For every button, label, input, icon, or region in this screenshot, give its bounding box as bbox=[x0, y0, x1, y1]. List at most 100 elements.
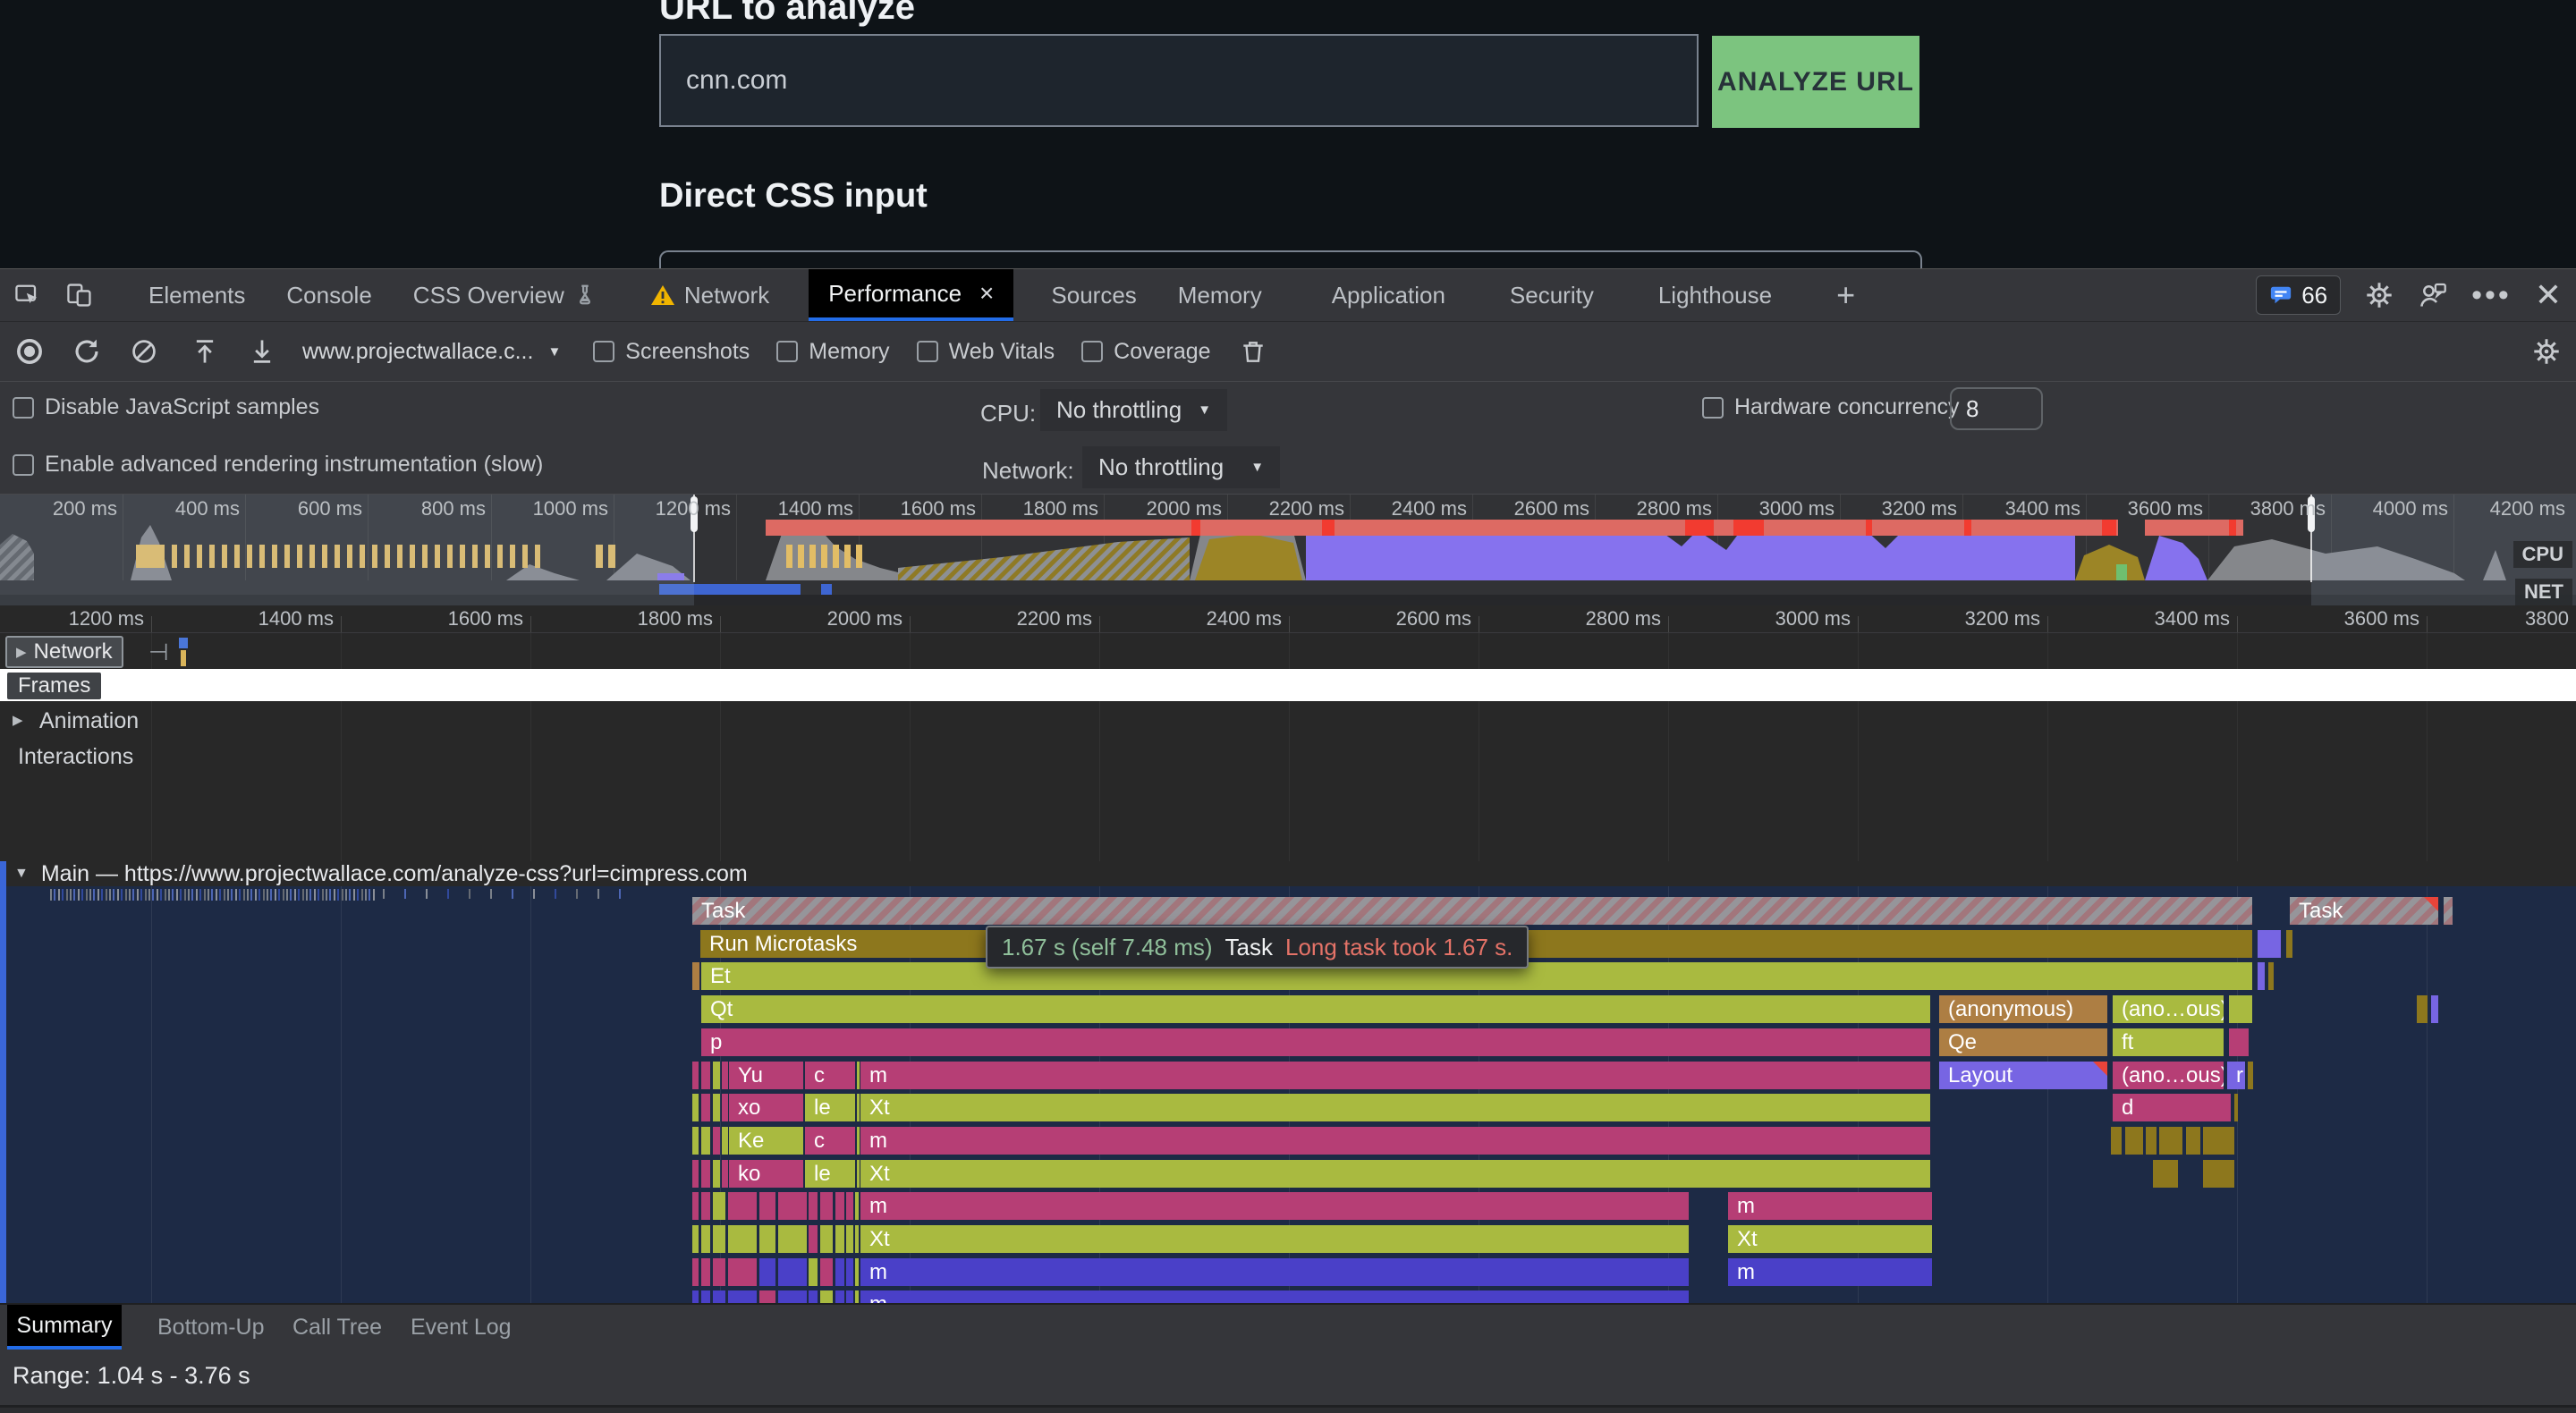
flame-bar[interactable] bbox=[820, 1290, 833, 1303]
network-throttling-select[interactable]: No throttling ▼ bbox=[1082, 446, 1280, 488]
flame-bar[interactable] bbox=[722, 1160, 728, 1188]
tab-network[interactable]: Network bbox=[647, 269, 773, 321]
flame-bar[interactable] bbox=[778, 1192, 807, 1220]
flame-bar[interactable]: Yu bbox=[729, 1062, 803, 1089]
flame-bar[interactable]: m bbox=[860, 1290, 1689, 1303]
screenshots-checkbox[interactable]: Screenshots bbox=[593, 339, 750, 365]
hardware-concurrency-checkbox[interactable]: Hardware concurrency bbox=[1702, 394, 1960, 420]
flame-bar[interactable] bbox=[701, 1258, 710, 1286]
flame-bar[interactable]: m bbox=[1728, 1192, 1932, 1220]
tab-elements[interactable]: Elements bbox=[145, 269, 249, 321]
flame-bar[interactable] bbox=[692, 1062, 699, 1089]
flame-bar[interactable] bbox=[778, 1258, 807, 1286]
disable-js-checkbox[interactable]: Disable JavaScript samples bbox=[13, 394, 319, 420]
flame-bar[interactable] bbox=[701, 1094, 710, 1121]
flame-bar[interactable] bbox=[2125, 1127, 2143, 1155]
flame-bar[interactable] bbox=[2111, 1127, 2122, 1155]
url-analyze-input[interactable] bbox=[659, 34, 1699, 127]
flame-bar[interactable]: (ano…ous) bbox=[2113, 995, 2224, 1023]
flame-bar[interactable]: le bbox=[805, 1160, 855, 1188]
flame-bar[interactable] bbox=[2159, 1127, 2182, 1155]
track-resize-icon[interactable]: ⊣ bbox=[148, 639, 169, 666]
flame-bar[interactable]: Ke bbox=[729, 1127, 803, 1155]
flame-bar[interactable] bbox=[701, 1290, 710, 1303]
main-track-header[interactable]: ▼ Main — https://www.projectwallace.com/… bbox=[0, 861, 2576, 886]
download-profile-icon[interactable] bbox=[247, 336, 277, 367]
flame-bar[interactable] bbox=[2431, 995, 2438, 1023]
track-interactions[interactable]: Interactions bbox=[18, 744, 133, 770]
flame-bar[interactable]: Task bbox=[2290, 897, 2438, 925]
flame-bar[interactable] bbox=[2286, 930, 2292, 958]
flame-bar[interactable] bbox=[728, 1258, 757, 1286]
flame-bar[interactable] bbox=[820, 1192, 833, 1220]
flame-bar[interactable] bbox=[835, 1192, 844, 1220]
flame-bar[interactable] bbox=[2444, 897, 2453, 925]
tab-event-log[interactable]: Event Log bbox=[411, 1305, 512, 1350]
flame-bar[interactable] bbox=[835, 1225, 844, 1253]
flame-bar[interactable]: m bbox=[860, 1062, 1930, 1089]
device-toolbar-icon[interactable] bbox=[64, 280, 95, 310]
memory-checkbox[interactable]: Memory bbox=[776, 339, 889, 365]
flame-bar[interactable] bbox=[713, 1290, 725, 1303]
tab-security[interactable]: Security bbox=[1506, 269, 1597, 321]
flame-bar[interactable]: m bbox=[1728, 1258, 1932, 1286]
flame-bar[interactable] bbox=[857, 1127, 860, 1155]
flame-bar[interactable] bbox=[692, 1127, 699, 1155]
flame-bar[interactable]: Task bbox=[692, 897, 2252, 925]
flame-bar[interactable]: d bbox=[2113, 1094, 2231, 1121]
flame-bar[interactable] bbox=[2234, 1094, 2238, 1121]
flame-bar[interactable]: Layout bbox=[1939, 1062, 2107, 1089]
flame-bar[interactable]: r bbox=[2227, 1062, 2245, 1089]
flame-bar[interactable] bbox=[713, 1192, 725, 1220]
flame-bar[interactable] bbox=[820, 1225, 833, 1253]
analyze-url-button[interactable]: ANALYZE URL bbox=[1712, 36, 1919, 128]
track-animation[interactable]: Animation bbox=[39, 708, 139, 734]
web-vitals-checkbox[interactable]: Web Vitals bbox=[917, 339, 1055, 365]
flame-bar[interactable] bbox=[713, 1225, 725, 1253]
flame-bar[interactable] bbox=[2417, 995, 2428, 1023]
flame-bar[interactable] bbox=[713, 1062, 720, 1089]
flame-bar[interactable] bbox=[846, 1290, 853, 1303]
network-request-mark[interactable] bbox=[179, 638, 188, 648]
flame-bar[interactable]: (ano…ous) bbox=[2113, 1062, 2224, 1089]
record-icon[interactable] bbox=[14, 336, 45, 367]
flame-bar[interactable] bbox=[778, 1225, 807, 1253]
tab-sources[interactable]: Sources bbox=[1047, 269, 1140, 321]
flame-bar[interactable] bbox=[728, 1192, 757, 1220]
flame-bar[interactable] bbox=[2229, 1028, 2249, 1056]
close-devtools-icon[interactable]: ✕ bbox=[2535, 276, 2562, 314]
flame-bar[interactable] bbox=[692, 1290, 699, 1303]
track-frames[interactable]: Frames bbox=[7, 673, 101, 699]
flame-bar[interactable] bbox=[820, 1258, 833, 1286]
flame-bar[interactable] bbox=[809, 1290, 818, 1303]
flame-bar[interactable] bbox=[2186, 1127, 2200, 1155]
tab-close-icon[interactable]: × bbox=[979, 279, 994, 308]
flame-bar[interactable] bbox=[701, 1225, 710, 1253]
advanced-rendering-checkbox[interactable]: Enable advanced rendering instrumentatio… bbox=[13, 452, 543, 478]
flame-bar[interactable] bbox=[692, 1192, 699, 1220]
flame-bar[interactable] bbox=[759, 1258, 775, 1286]
flame-bar[interactable] bbox=[722, 1062, 728, 1089]
flame-bar[interactable]: (anonymous) bbox=[1939, 995, 2107, 1023]
flame-bar[interactable] bbox=[2268, 962, 2274, 990]
flame-bar[interactable] bbox=[692, 1258, 699, 1286]
flame-bar[interactable] bbox=[2203, 1127, 2234, 1155]
flame-bar[interactable] bbox=[692, 962, 699, 990]
cpu-throttling-select[interactable]: No throttling ▼ bbox=[1040, 389, 1227, 431]
capture-settings-gear-icon[interactable] bbox=[2531, 336, 2562, 367]
flame-bar[interactable] bbox=[722, 1127, 728, 1155]
flame-bar[interactable] bbox=[809, 1258, 818, 1286]
flame-bar[interactable] bbox=[835, 1290, 844, 1303]
main-flame-chart[interactable]: TaskTaskRun MicrotasksEtQt(anonymous)(an… bbox=[0, 886, 2576, 1303]
flame-bar[interactable] bbox=[728, 1225, 757, 1253]
coverage-checkbox[interactable]: Coverage bbox=[1081, 339, 1210, 365]
flame-bar[interactable] bbox=[846, 1225, 853, 1253]
trash-icon[interactable] bbox=[1238, 336, 1268, 367]
flame-bar[interactable] bbox=[701, 1062, 710, 1089]
flame-bar[interactable] bbox=[722, 1094, 728, 1121]
flame-bar[interactable]: xo bbox=[729, 1094, 803, 1121]
flame-bar[interactable] bbox=[759, 1192, 775, 1220]
flame-bar[interactable]: Xt bbox=[860, 1094, 1930, 1121]
tab-lighthouse[interactable]: Lighthouse bbox=[1655, 269, 1775, 321]
flame-bar[interactable] bbox=[692, 1160, 699, 1188]
